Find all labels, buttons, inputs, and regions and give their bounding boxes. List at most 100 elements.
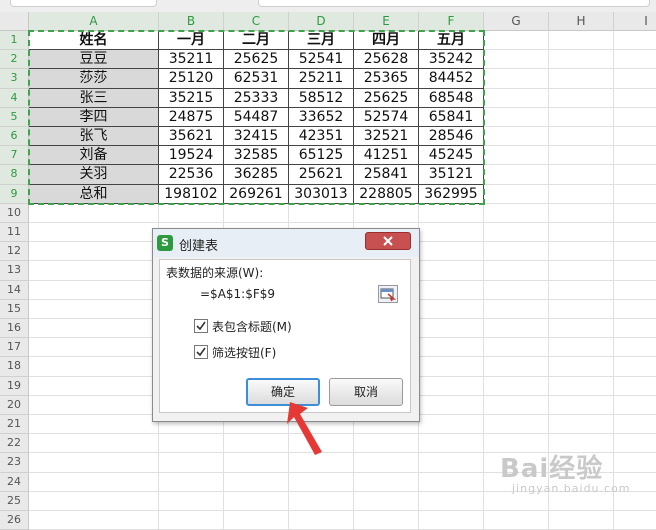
empty-cell[interactable] <box>614 300 656 319</box>
value-cell[interactable]: 19524 <box>159 146 224 166</box>
empty-cell[interactable] <box>614 357 656 377</box>
empty-cell[interactable] <box>614 108 656 127</box>
row-header-8[interactable]: 8 <box>0 165 29 185</box>
table-header-cell[interactable]: 五月 <box>419 31 484 51</box>
row-header-17[interactable]: 17 <box>0 338 29 358</box>
filter-checkbox-row[interactable]: 筛选按钮(F) <box>194 344 276 361</box>
value-cell[interactable]: 25628 <box>354 50 419 70</box>
table-header-cell[interactable]: 三月 <box>289 31 354 51</box>
column-header-H[interactable]: H <box>549 12 614 31</box>
empty-cell[interactable] <box>419 376 484 396</box>
empty-cell[interactable] <box>29 511 159 530</box>
row-header-13[interactable]: 13 <box>0 261 29 281</box>
value-cell[interactable]: 25621 <box>289 165 354 185</box>
empty-cell[interactable] <box>419 491 484 511</box>
select-all-corner[interactable] <box>0 12 29 31</box>
empty-cell[interactable] <box>29 299 159 319</box>
value-cell[interactable]: 25211 <box>289 69 354 89</box>
value-cell[interactable]: 62531 <box>224 69 289 89</box>
name-cell[interactable]: 总和 <box>29 184 159 204</box>
empty-cell[interactable] <box>614 89 656 108</box>
empty-cell[interactable] <box>614 511 656 530</box>
value-cell[interactable]: 22536 <box>159 165 224 185</box>
empty-cell[interactable] <box>614 453 656 473</box>
value-cell[interactable]: 35121 <box>419 165 484 185</box>
empty-cell[interactable] <box>484 184 549 204</box>
name-cell[interactable]: 刘备 <box>29 146 159 166</box>
empty-cell[interactable] <box>224 491 289 511</box>
empty-cell[interactable] <box>159 203 224 223</box>
empty-cell[interactable] <box>29 395 159 415</box>
empty-cell[interactable] <box>484 146 549 166</box>
empty-cell[interactable] <box>419 242 484 262</box>
row-header-1[interactable]: 1 <box>0 31 29 51</box>
empty-cell[interactable] <box>29 357 159 377</box>
range-select-button[interactable] <box>378 285 398 303</box>
empty-cell[interactable] <box>29 203 159 223</box>
header-checkbox[interactable] <box>194 319 208 333</box>
value-cell[interactable]: 35211 <box>159 50 224 70</box>
row-header-24[interactable]: 24 <box>0 472 29 492</box>
empty-cell[interactable] <box>289 203 354 223</box>
value-cell[interactable]: 362995 <box>419 184 484 204</box>
row-header-25[interactable]: 25 <box>0 491 29 511</box>
empty-cell[interactable] <box>549 127 614 147</box>
empty-cell[interactable] <box>354 434 419 454</box>
value-cell[interactable]: 32415 <box>224 127 289 147</box>
table-header-cell[interactable]: 四月 <box>354 31 419 51</box>
empty-cell[interactable] <box>484 50 549 70</box>
empty-cell[interactable] <box>614 165 656 185</box>
empty-cell[interactable] <box>549 223 614 243</box>
empty-cell[interactable] <box>419 319 484 339</box>
empty-cell[interactable] <box>614 31 656 51</box>
row-header-23[interactable]: 23 <box>0 453 29 473</box>
value-cell[interactable]: 198102 <box>159 184 224 204</box>
empty-cell[interactable] <box>484 415 549 435</box>
empty-cell[interactable] <box>419 415 484 435</box>
empty-cell[interactable] <box>549 242 614 262</box>
column-header-I[interactable]: I <box>614 12 656 31</box>
value-cell[interactable]: 84452 <box>419 69 484 89</box>
value-cell[interactable]: 303013 <box>289 184 354 204</box>
value-cell[interactable]: 25365 <box>354 69 419 89</box>
empty-cell[interactable] <box>484 280 549 300</box>
empty-cell[interactable] <box>419 357 484 377</box>
empty-cell[interactable] <box>549 50 614 70</box>
name-cell[interactable]: 张三 <box>29 88 159 108</box>
empty-cell[interactable] <box>159 434 224 454</box>
empty-cell[interactable] <box>614 204 656 223</box>
empty-cell[interactable] <box>419 434 484 454</box>
row-header-18[interactable]: 18 <box>0 357 29 377</box>
name-cell[interactable]: 李四 <box>29 107 159 127</box>
row-header-5[interactable]: 5 <box>0 107 29 127</box>
empty-cell[interactable] <box>159 472 224 492</box>
value-cell[interactable]: 35215 <box>159 88 224 108</box>
column-header-F[interactable]: F <box>419 12 484 31</box>
empty-cell[interactable] <box>224 472 289 492</box>
value-cell[interactable]: 33652 <box>289 107 354 127</box>
empty-cell[interactable] <box>614 338 656 358</box>
empty-cell[interactable] <box>224 511 289 530</box>
dialog-title-bar[interactable]: S 创建表 <box>153 229 419 257</box>
empty-cell[interactable] <box>354 511 419 530</box>
empty-cell[interactable] <box>354 453 419 473</box>
row-header-16[interactable]: 16 <box>0 319 29 339</box>
value-cell[interactable]: 25120 <box>159 69 224 89</box>
empty-cell[interactable] <box>549 31 614 51</box>
empty-cell[interactable] <box>354 203 419 223</box>
row-header-4[interactable]: 4 <box>0 88 29 108</box>
empty-cell[interactable] <box>419 511 484 530</box>
empty-cell[interactable] <box>614 415 656 435</box>
empty-cell[interactable] <box>29 434 159 454</box>
value-cell[interactable]: 65841 <box>419 107 484 127</box>
filter-checkbox[interactable] <box>194 345 208 359</box>
empty-cell[interactable] <box>29 415 159 435</box>
value-cell[interactable]: 68548 <box>419 88 484 108</box>
empty-cell[interactable] <box>549 338 614 358</box>
empty-cell[interactable] <box>224 434 289 454</box>
value-cell[interactable]: 45245 <box>419 146 484 166</box>
empty-cell[interactable] <box>549 69 614 89</box>
empty-cell[interactable] <box>484 357 549 377</box>
empty-cell[interactable] <box>289 511 354 530</box>
column-header-G[interactable]: G <box>484 12 549 31</box>
